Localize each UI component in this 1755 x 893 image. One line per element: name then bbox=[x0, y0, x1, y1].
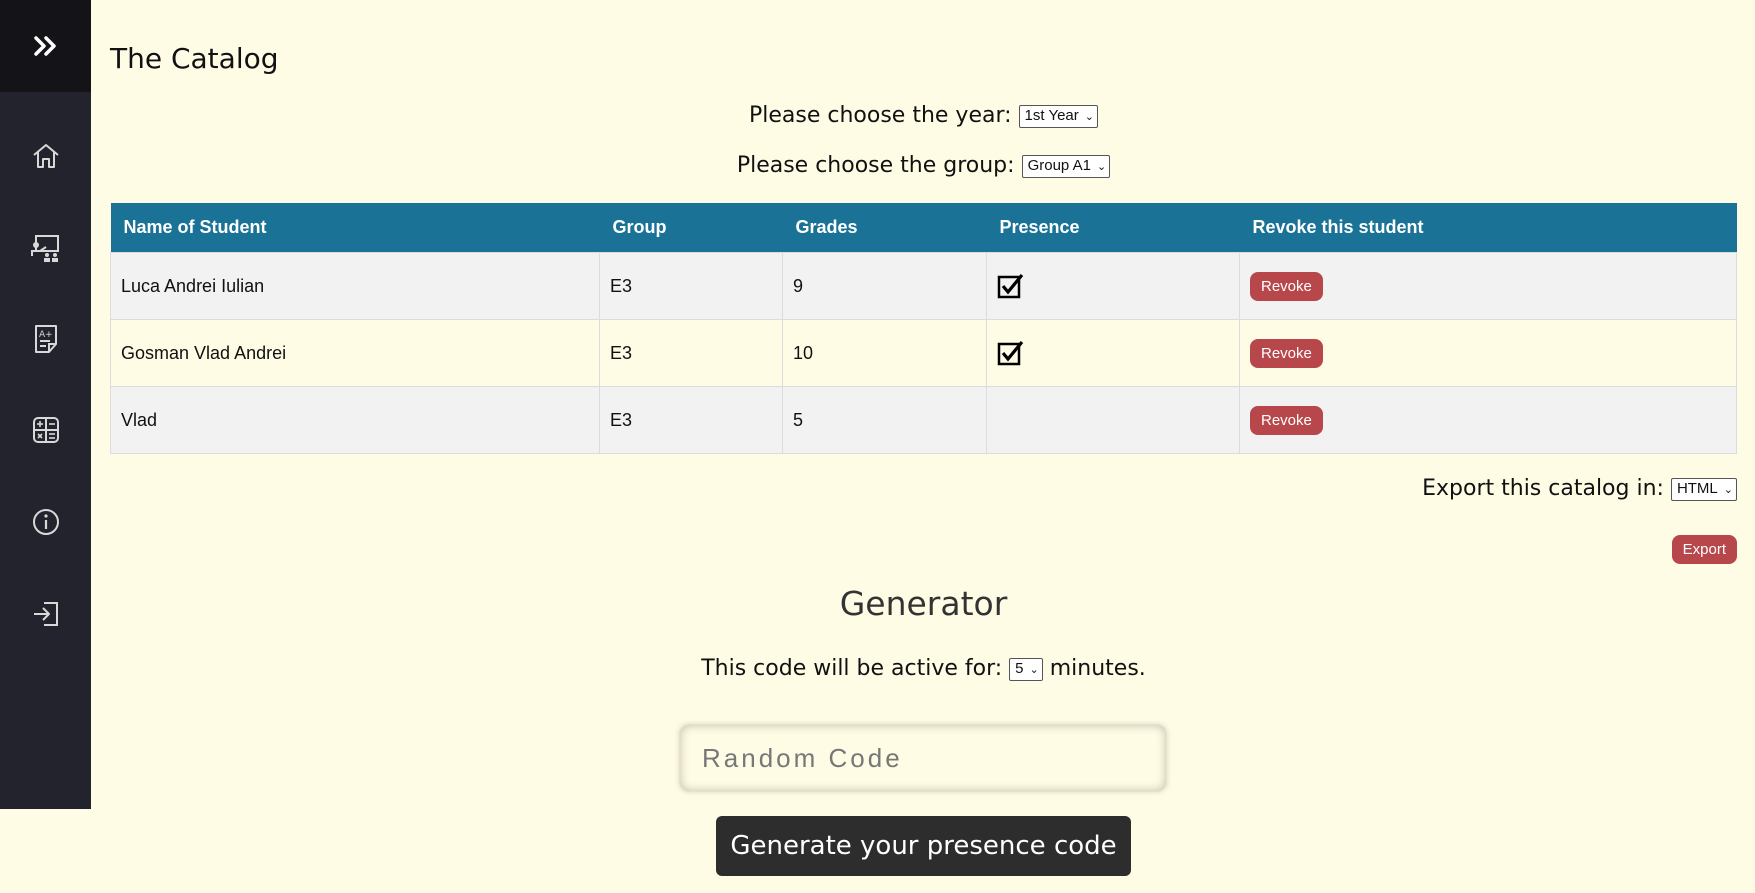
page-title: The Catalog bbox=[110, 42, 279, 75]
home-icon bbox=[32, 144, 59, 168]
student-group: E3 bbox=[599, 319, 783, 387]
code-duration-row: This code will be active for: 5 ⌄ minutes… bbox=[110, 656, 1737, 681]
minutes-select[interactable]: 5 ⌄ bbox=[1009, 657, 1043, 681]
chevron-down-icon: ⌄ bbox=[1723, 483, 1733, 496]
group-select-value: Group A1 bbox=[1027, 156, 1091, 174]
presence-cell bbox=[986, 386, 1240, 454]
code-duration-label: This code will be active for: bbox=[701, 656, 1003, 681]
sidebar-item-calculator[interactable] bbox=[0, 410, 91, 450]
year-chooser-label: Please choose the year: bbox=[749, 103, 1012, 128]
sidebar-item-logout[interactable] bbox=[0, 594, 91, 634]
sidebar-item-info[interactable] bbox=[0, 502, 91, 542]
table-row: Vlad E3 5 Revoke bbox=[110, 386, 1737, 454]
checkbox-checked-icon bbox=[997, 272, 1229, 300]
catalog-table: Name of Student Group Grades Presence Re… bbox=[110, 203, 1737, 454]
revoke-cell: Revoke bbox=[1239, 386, 1737, 454]
sidebar-item-grades[interactable]: A+ bbox=[0, 319, 91, 359]
sidebar-item-classes[interactable] bbox=[0, 228, 91, 268]
checkbox-checked-icon bbox=[997, 339, 1229, 367]
chevron-down-icon: ⌄ bbox=[1084, 110, 1094, 123]
presence-cell bbox=[986, 252, 1240, 320]
generate-code-button[interactable]: Generate your presence code bbox=[716, 816, 1131, 876]
student-grade: 9 bbox=[782, 252, 987, 320]
student-name: Vlad bbox=[110, 386, 600, 454]
student-grade: 10 bbox=[782, 319, 987, 387]
column-header-presence: Presence bbox=[986, 203, 1240, 253]
presence-cell bbox=[986, 319, 1240, 387]
revoke-cell: Revoke bbox=[1239, 252, 1737, 320]
sidebar-item-home[interactable] bbox=[0, 136, 91, 176]
group-chooser-label: Please choose the group: bbox=[736, 153, 1015, 178]
revoke-button[interactable]: Revoke bbox=[1250, 271, 1323, 301]
chevron-down-icon: ⌄ bbox=[1096, 160, 1107, 173]
sidebar-toggle[interactable] bbox=[0, 0, 91, 92]
year-chooser-row: Please choose the year: 1st Year ⌄ bbox=[110, 103, 1737, 128]
year-select[interactable]: 1st Year ⌄ bbox=[1018, 104, 1098, 128]
info-icon bbox=[32, 509, 59, 535]
student-group: E3 bbox=[599, 386, 783, 454]
calculator-icon bbox=[32, 417, 59, 443]
export-format-select[interactable]: HTML ⌄ bbox=[1670, 477, 1737, 501]
student-grade: 5 bbox=[782, 386, 987, 454]
export-row: Export this catalog in: HTML ⌄ bbox=[1422, 476, 1737, 501]
column-header-name: Name of Student bbox=[110, 203, 600, 253]
random-code-input[interactable] bbox=[679, 724, 1167, 792]
student-name: Gosman Vlad Andrei bbox=[110, 319, 600, 387]
revoke-button[interactable]: Revoke bbox=[1250, 405, 1323, 435]
minutes-select-value: 5 bbox=[1015, 659, 1024, 677]
year-select-value: 1st Year bbox=[1024, 106, 1079, 124]
student-group: E3 bbox=[599, 252, 783, 320]
export-label: Export this catalog in: bbox=[1422, 476, 1664, 501]
minutes-suffix: minutes. bbox=[1049, 656, 1146, 681]
double-chevron-right-icon[interactable] bbox=[31, 31, 61, 61]
export-button[interactable]: Export bbox=[1671, 535, 1737, 564]
svg-text:A+: A+ bbox=[39, 330, 53, 340]
column-header-grades: Grades bbox=[782, 203, 987, 253]
grade-sheet-icon: A+ bbox=[34, 325, 57, 353]
revoke-button[interactable]: Revoke bbox=[1250, 338, 1323, 368]
column-header-revoke: Revoke this student bbox=[1239, 203, 1737, 253]
column-header-group: Group bbox=[599, 203, 783, 253]
group-select[interactable]: Group A1 ⌄ bbox=[1021, 154, 1111, 178]
table-row: Gosman Vlad Andrei E3 10 Revoke bbox=[110, 319, 1737, 387]
group-chooser-row: Please choose the group: Group A1 ⌄ bbox=[110, 153, 1737, 178]
student-name: Luca Andrei Iulian bbox=[110, 252, 600, 320]
chevron-down-icon: ⌄ bbox=[1029, 663, 1039, 676]
teacher-class-icon bbox=[30, 235, 59, 262]
sidebar: A+ bbox=[0, 0, 91, 809]
revoke-cell: Revoke bbox=[1239, 319, 1737, 387]
table-header-row: Name of Student Group Grades Presence Re… bbox=[110, 203, 1737, 253]
generator-title: Generator bbox=[839, 584, 1008, 623]
export-format-value: HTML bbox=[1676, 479, 1718, 497]
logout-icon bbox=[33, 602, 58, 626]
table-row: Luca Andrei Iulian E3 9 Revoke bbox=[110, 252, 1737, 320]
